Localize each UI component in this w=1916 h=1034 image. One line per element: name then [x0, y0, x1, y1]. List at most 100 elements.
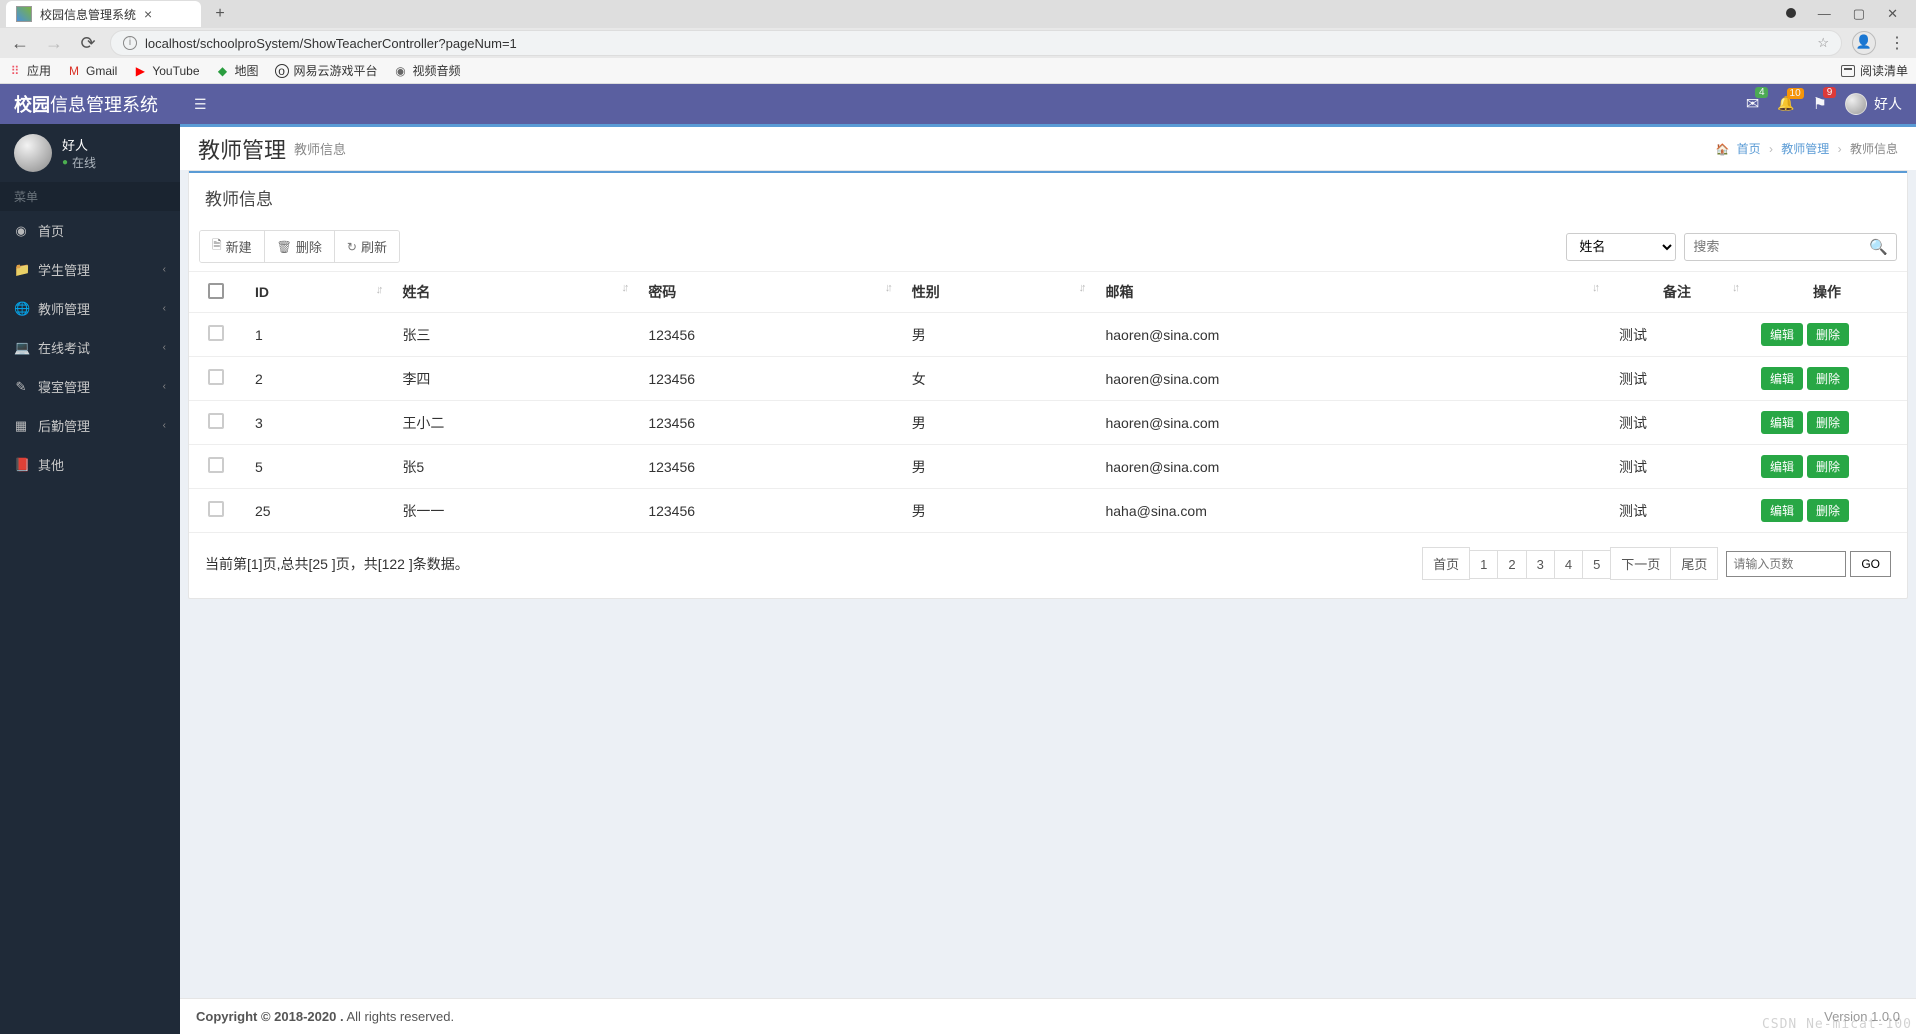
footer-copyright: Copyright © 2018-2020 . All rights reser… — [196, 1009, 454, 1024]
bookmark-star-icon[interactable]: ☆ — [1817, 35, 1829, 51]
cell-pwd: 123456 — [636, 445, 899, 489]
table-row: 25张一一123456男haha@sina.com测试编辑删除 — [189, 489, 1907, 533]
mail-notification[interactable]: 4 — [1746, 94, 1759, 114]
minimize-button[interactable]: — — [1818, 6, 1831, 22]
sort-icon: ↓↑ — [375, 284, 380, 296]
page-title: 教师管理 — [198, 133, 286, 165]
page-goto-input[interactable] — [1726, 551, 1846, 577]
browser-tab[interactable]: 校园信息管理系统 × — [6, 1, 201, 27]
sidebar-user-panel: 好人 在线 — [0, 124, 180, 182]
edit-button[interactable]: 编辑 — [1761, 367, 1803, 390]
bookmark-youtube[interactable]: ▶YouTube — [133, 64, 199, 78]
search-field-select[interactable]: 姓名 — [1566, 233, 1676, 261]
sidebar-item-3[interactable]: 💻在线考试‹ — [0, 328, 180, 367]
reading-list-button[interactable]: 阅读清单 — [1841, 62, 1908, 79]
sidebar-item-6[interactable]: 📕其他 — [0, 445, 180, 484]
select-all-checkbox[interactable] — [208, 283, 224, 299]
row-delete-button[interactable]: 删除 — [1807, 367, 1849, 390]
sidebar-item-label: 在线考试 — [38, 338, 90, 357]
cell-remark: 测试 — [1607, 357, 1747, 401]
page-go-button[interactable]: GO — [1850, 551, 1891, 577]
close-window-button[interactable]: ✕ — [1887, 6, 1898, 22]
crumb-mid[interactable]: 教师管理 — [1781, 142, 1829, 156]
row-delete-button[interactable]: 删除 — [1807, 499, 1849, 522]
search-icon[interactable]: 🔍 — [1869, 238, 1888, 256]
sidebar-item-label: 其他 — [38, 455, 64, 474]
bookmark-gmail[interactable]: MGmail — [67, 64, 117, 78]
cell-id: 1 — [243, 313, 390, 357]
row-checkbox[interactable] — [208, 413, 224, 429]
sidebar-item-5[interactable]: ▦后勤管理‹ — [0, 406, 180, 445]
edit-button[interactable]: 编辑 — [1761, 323, 1803, 346]
sidebar-item-4[interactable]: ✎寝室管理‹ — [0, 367, 180, 406]
page-last[interactable]: 尾页 — [1670, 547, 1718, 580]
sort-icon: ↓↑ — [621, 282, 626, 294]
bookmark-netease[interactable]: o网易云游戏平台 — [275, 62, 378, 79]
topbar-user-menu[interactable]: 好人 — [1845, 93, 1902, 115]
row-delete-button[interactable]: 删除 — [1807, 455, 1849, 478]
refresh-button[interactable]: ↻刷新 — [335, 231, 399, 262]
row-checkbox[interactable] — [208, 369, 224, 385]
bookmark-media[interactable]: ◉视频音频 — [394, 62, 461, 79]
address-bar[interactable]: i localhost/schoolproSystem/ShowTeacherC… — [110, 30, 1842, 56]
page-next[interactable]: 下一页 — [1610, 547, 1671, 580]
sidebar-item-0[interactable]: ◉首页 — [0, 211, 180, 250]
row-delete-button[interactable]: 删除 — [1807, 323, 1849, 346]
cell-name: 李四 — [390, 357, 636, 401]
profile-button[interactable]: 👤 — [1852, 31, 1876, 55]
flag-notification[interactable]: 9 — [1813, 94, 1827, 114]
blocker-icon[interactable] — [1786, 6, 1796, 22]
sidebar-toggle-button[interactable]: ☰ — [194, 96, 207, 113]
maximize-button[interactable]: ▢ — [1853, 6, 1865, 22]
page-subtitle: 教师信息 — [294, 139, 346, 158]
site-info-icon[interactable]: i — [123, 36, 137, 50]
cell-email: haoren@sina.com — [1093, 313, 1607, 357]
forward-button[interactable]: → — [42, 33, 66, 54]
page-number[interactable]: 4 — [1554, 550, 1583, 579]
bookmark-map[interactable]: ◆地图 — [216, 62, 259, 79]
col-id[interactable]: ID↓↑ — [243, 272, 390, 313]
close-icon[interactable]: × — [144, 6, 152, 22]
cell-gender: 男 — [900, 489, 1094, 533]
cell-email: haoren@sina.com — [1093, 401, 1607, 445]
page-number[interactable]: 2 — [1497, 550, 1526, 579]
back-button[interactable]: ← — [8, 33, 32, 54]
edit-button[interactable]: 编辑 — [1761, 455, 1803, 478]
edit-button[interactable]: 编辑 — [1761, 411, 1803, 434]
page-number[interactable]: 1 — [1469, 550, 1498, 579]
search-input[interactable] — [1693, 239, 1869, 254]
sidebar-item-label: 首页 — [38, 221, 64, 240]
laptop-icon: 💻 — [14, 340, 28, 356]
browser-menu-button[interactable]: ⋮ — [1886, 33, 1908, 53]
col-gender[interactable]: 性别↓↑ — [900, 272, 1094, 313]
reload-button[interactable]: ⟳ — [76, 33, 100, 54]
row-checkbox[interactable] — [208, 325, 224, 341]
col-remark[interactable]: 备注↓↑ — [1607, 272, 1747, 313]
sidebar-item-label: 寝室管理 — [38, 377, 90, 396]
col-email[interactable]: 邮箱↓↑ — [1093, 272, 1607, 313]
crumb-last: 教师信息 — [1850, 142, 1898, 156]
page-number[interactable]: 5 — [1582, 550, 1611, 579]
sidebar-item-label: 后勤管理 — [38, 416, 90, 435]
sidebar-item-1[interactable]: 📁学生管理‹ — [0, 250, 180, 289]
new-button[interactable]: 🗎新建 — [200, 231, 265, 262]
page-number[interactable]: 3 — [1526, 550, 1555, 579]
gmail-icon: M — [67, 64, 81, 78]
delete-button[interactable]: 🗑删除 — [265, 231, 335, 262]
edit-button[interactable]: 编辑 — [1761, 499, 1803, 522]
page-first[interactable]: 首页 — [1422, 547, 1470, 580]
new-tab-button[interactable]: + — [209, 5, 231, 23]
row-checkbox[interactable] — [208, 457, 224, 473]
col-pwd[interactable]: 密码↓↑ — [636, 272, 899, 313]
bookmark-apps[interactable]: ⠿应用 — [8, 62, 51, 79]
col-name[interactable]: 姓名↓↑ — [390, 272, 636, 313]
sidebar-item-2[interactable]: 🌐教师管理‹ — [0, 289, 180, 328]
row-delete-button[interactable]: 删除 — [1807, 411, 1849, 434]
netease-icon: o — [275, 64, 289, 78]
crumb-home[interactable]: 首页 — [1737, 142, 1761, 156]
folder-icon: 📁 — [14, 262, 28, 278]
row-checkbox[interactable] — [208, 501, 224, 517]
topbar-username: 好人 — [1874, 94, 1902, 114]
cell-id: 2 — [243, 357, 390, 401]
bell-notification[interactable]: 10 — [1777, 95, 1794, 113]
